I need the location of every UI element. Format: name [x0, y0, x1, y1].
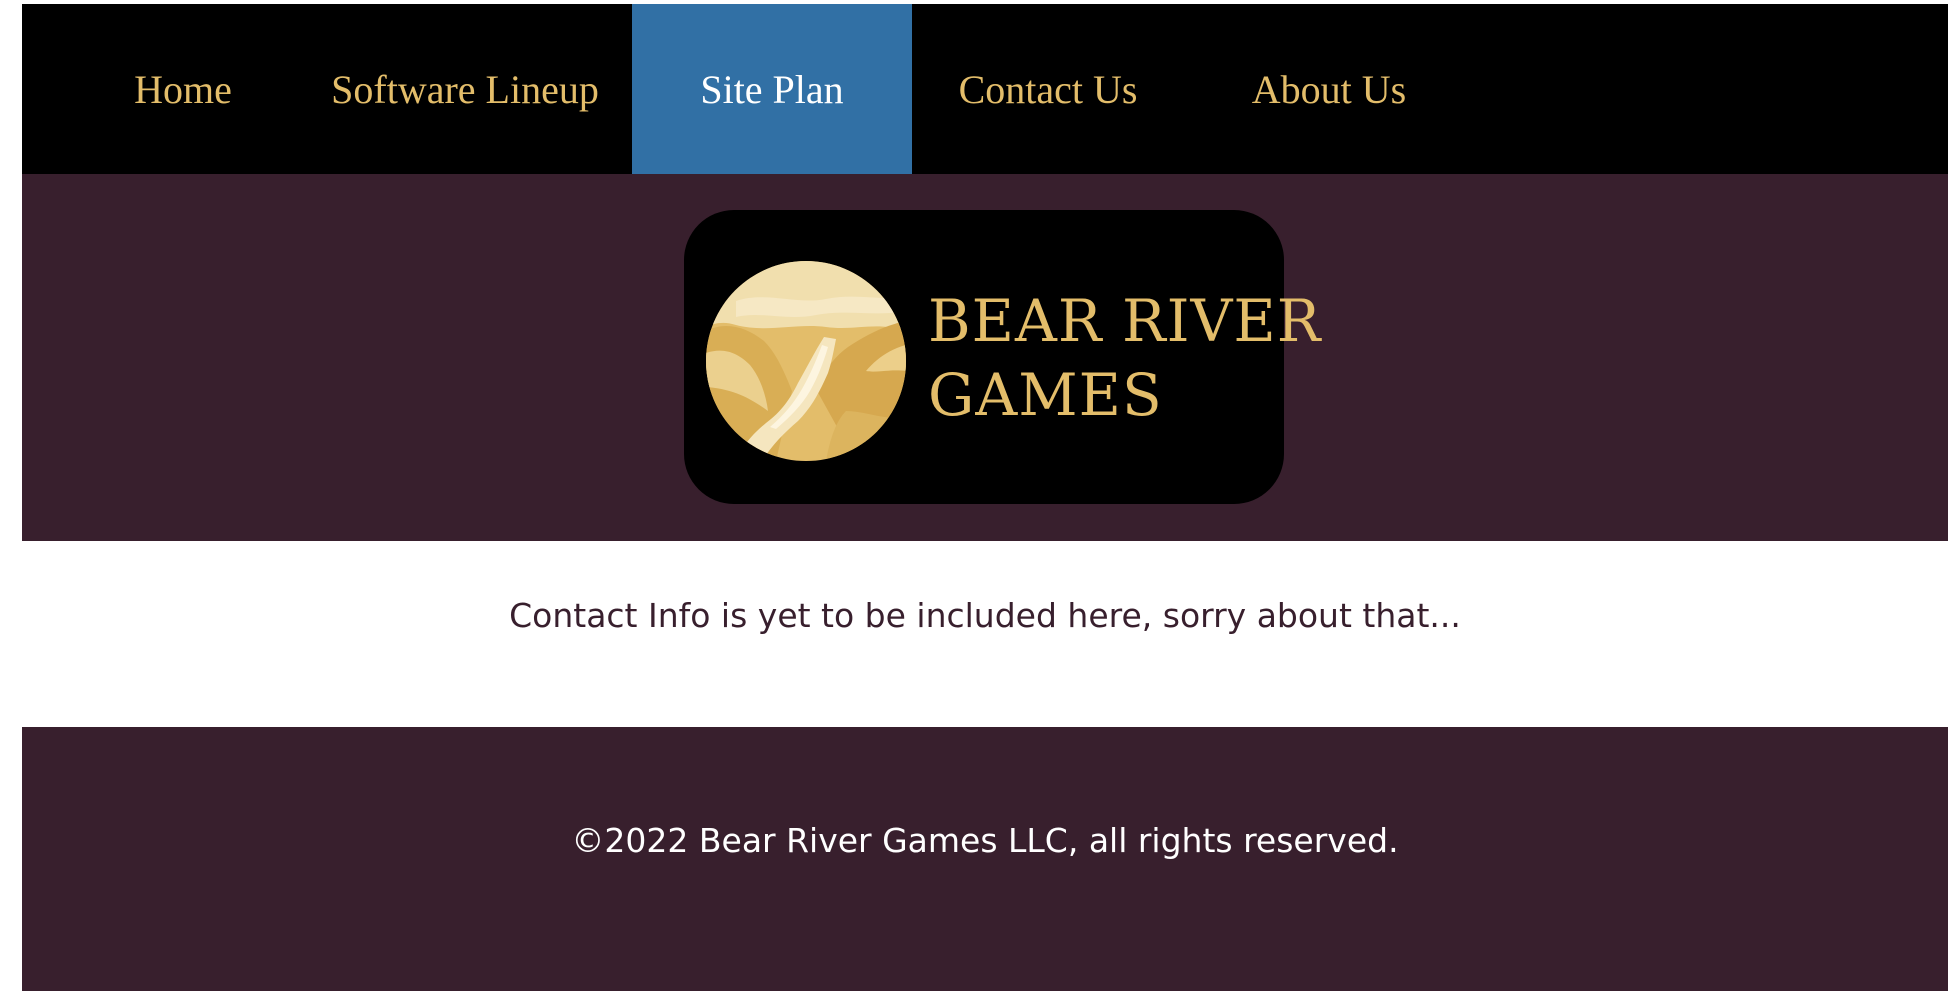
logo-wordmark: BEAR RIVER GAMES — [928, 284, 1321, 432]
main-content: Contact Info is yet to be included here,… — [22, 541, 1948, 727]
page-frame: Home Software Lineup Site Plan Contact U… — [22, 4, 1948, 991]
logo-title-line-2: GAMES — [928, 361, 1163, 429]
nav-item-about-us[interactable]: About Us — [1184, 4, 1474, 174]
logo-title-line-1: BEAR RIVER — [928, 287, 1322, 355]
header-banner: BEAR RIVER GAMES — [22, 174, 1948, 541]
nav-item-home[interactable]: Home — [90, 4, 276, 174]
river-valley-emblem-icon — [706, 261, 906, 461]
main-navigation: Home Software Lineup Site Plan Contact U… — [22, 4, 1948, 174]
copyright-text: ©2022 Bear River Games LLC, all rights r… — [571, 821, 1399, 860]
contact-info-message: Contact Info is yet to be included here,… — [509, 596, 1461, 635]
page-footer: ©2022 Bear River Games LLC, all rights r… — [22, 727, 1948, 991]
nav-item-software-lineup[interactable]: Software Lineup — [276, 4, 654, 174]
nav-item-site-plan[interactable]: Site Plan — [632, 4, 912, 174]
nav-item-contact-us[interactable]: Contact Us — [912, 4, 1184, 174]
site-logo: BEAR RIVER GAMES — [684, 210, 1320, 504]
